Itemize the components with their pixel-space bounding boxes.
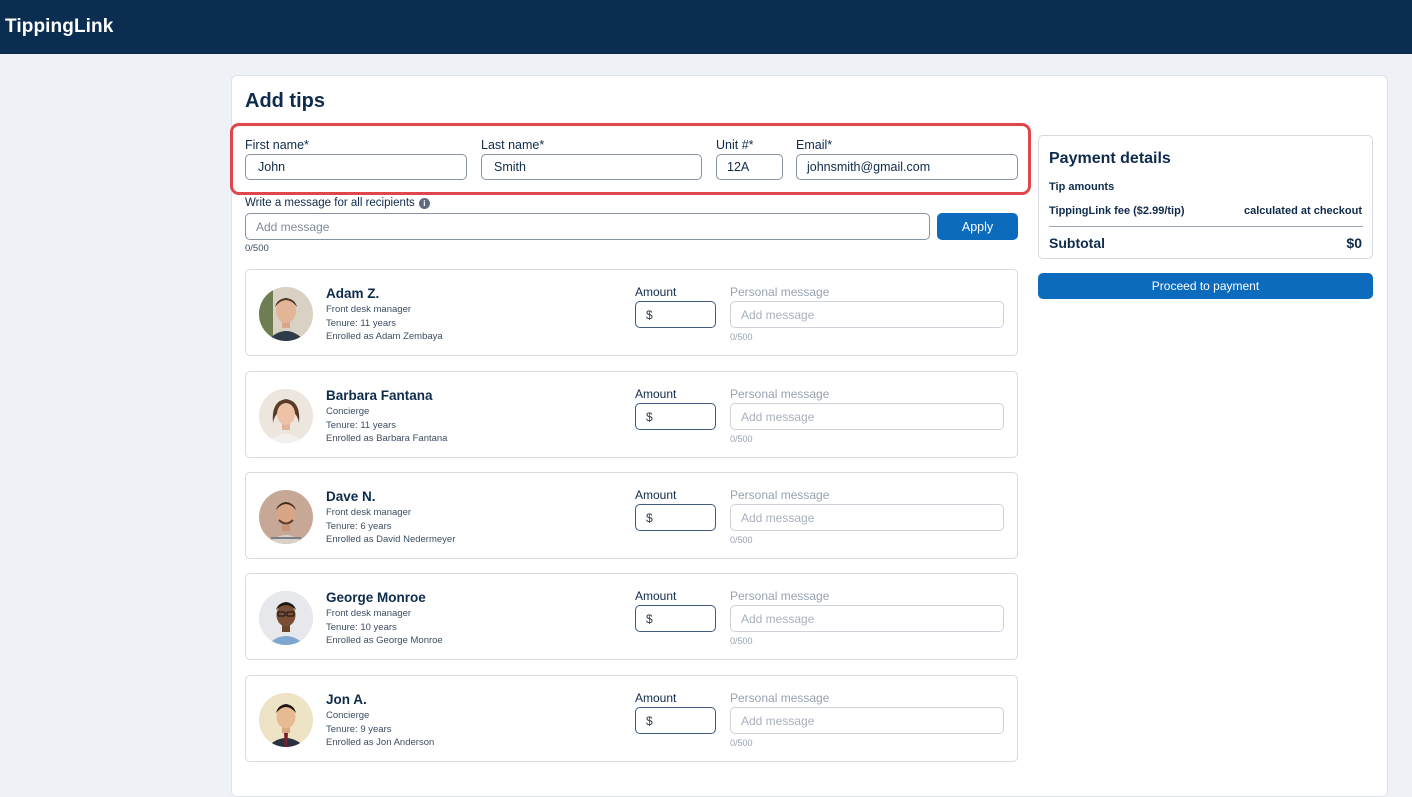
recipient-card: Jon A. Concierge Tenure: 9 years Enrolle… — [245, 675, 1018, 762]
amount-input[interactable]: $ — [635, 301, 716, 328]
amount-label: Amount — [635, 691, 677, 705]
recipient-name: Jon A. — [326, 692, 367, 707]
payment-divider — [1049, 226, 1363, 227]
top-nav-bar: TippingLink — [0, 0, 1412, 54]
recipient-enrolled: Enrolled as George Monroe — [326, 635, 443, 646]
recipient-card: Barbara Fantana Concierge Tenure: 11 yea… — [245, 371, 1018, 458]
personal-message-label: Personal message — [730, 589, 830, 603]
recipient-tenure: Tenure: 9 years — [326, 724, 392, 735]
personal-message-input[interactable]: Add message — [730, 301, 1004, 328]
fee-label: TippingLink fee ($2.99/tip) — [1049, 205, 1185, 217]
recipient-card: Adam Z. Front desk manager Tenure: 11 ye… — [245, 269, 1018, 356]
group-message-input[interactable]: Add message — [245, 213, 930, 240]
recipient-name: George Monroe — [326, 590, 426, 605]
group-message-label-row: Write a message for all recipients i — [245, 197, 430, 209]
personal-message-counter: 0/500 — [730, 535, 753, 545]
avatar — [259, 490, 313, 544]
avatar — [259, 591, 313, 645]
amount-label: Amount — [635, 589, 677, 603]
recipient-card: George Monroe Front desk manager Tenure:… — [245, 573, 1018, 660]
recipient-tenure: Tenure: 11 years — [326, 420, 397, 431]
amount-input[interactable]: $ — [635, 605, 716, 632]
personal-message-counter: 0/500 — [730, 738, 753, 748]
page-title: Add tips — [245, 90, 325, 112]
recipient-enrolled: Enrolled as Barbara Fantana — [326, 433, 448, 444]
recipient-role: Front desk manager — [326, 507, 412, 518]
group-message-counter: 0/500 — [245, 243, 269, 254]
recipient-enrolled: Enrolled as Jon Anderson — [326, 737, 435, 748]
recipient-enrolled: Enrolled as Adam Zembaya — [326, 331, 443, 342]
personal-message-counter: 0/500 — [730, 636, 753, 646]
payment-details-title: Payment details — [1049, 150, 1171, 167]
personal-message-input[interactable]: Add message — [730, 605, 1004, 632]
subtotal-label: Subtotal — [1049, 235, 1105, 251]
recipient-role: Concierge — [326, 710, 370, 721]
recipient-card: Dave N. Front desk manager Tenure: 6 yea… — [245, 472, 1018, 559]
recipient-tenure: Tenure: 6 years — [326, 521, 392, 532]
avatar — [259, 287, 313, 341]
fee-value: calculated at checkout — [1244, 205, 1362, 217]
amount-input[interactable]: $ — [635, 504, 716, 531]
apply-button[interactable]: Apply — [937, 213, 1018, 240]
personal-message-label: Personal message — [730, 387, 830, 401]
avatar — [259, 693, 313, 747]
recipient-tenure: Tenure: 11 years — [326, 318, 397, 329]
info-icon[interactable]: i — [418, 197, 430, 209]
amount-label: Amount — [635, 285, 677, 299]
tip-amounts-label: Tip amounts — [1049, 181, 1115, 193]
personal-message-label: Personal message — [730, 691, 830, 705]
avatar — [259, 389, 313, 443]
amount-label: Amount — [635, 488, 677, 502]
personal-message-counter: 0/500 — [730, 434, 753, 444]
amount-label: Amount — [635, 387, 677, 401]
amount-input[interactable]: $ — [635, 403, 716, 430]
personal-message-input[interactable]: Add message — [730, 707, 1004, 734]
customer-info-highlight — [230, 123, 1031, 195]
proceed-to-payment-button[interactable]: Proceed to payment — [1038, 273, 1373, 299]
recipient-name: Dave N. — [326, 489, 376, 504]
personal-message-input[interactable]: Add message — [730, 403, 1004, 430]
recipient-name: Adam Z. — [326, 286, 380, 301]
recipient-tenure: Tenure: 10 years — [326, 622, 397, 633]
amount-input[interactable]: $ — [635, 707, 716, 734]
payment-details-panel: Payment details Tip amounts TippingLink … — [1038, 135, 1373, 259]
recipient-enrolled: Enrolled as David Nedermeyer — [326, 534, 456, 545]
group-message-label: Write a message for all recipients — [245, 197, 415, 209]
subtotal-value: $0 — [1346, 235, 1362, 251]
personal-message-label: Personal message — [730, 285, 830, 299]
personal-message-label: Personal message — [730, 488, 830, 502]
recipient-name: Barbara Fantana — [326, 388, 433, 403]
app-logo-text[interactable]: TippingLink — [5, 16, 113, 38]
recipient-role: Concierge — [326, 406, 370, 417]
recipient-role: Front desk manager — [326, 608, 412, 619]
recipient-role: Front desk manager — [326, 304, 412, 315]
personal-message-input[interactable]: Add message — [730, 504, 1004, 531]
personal-message-counter: 0/500 — [730, 332, 753, 342]
